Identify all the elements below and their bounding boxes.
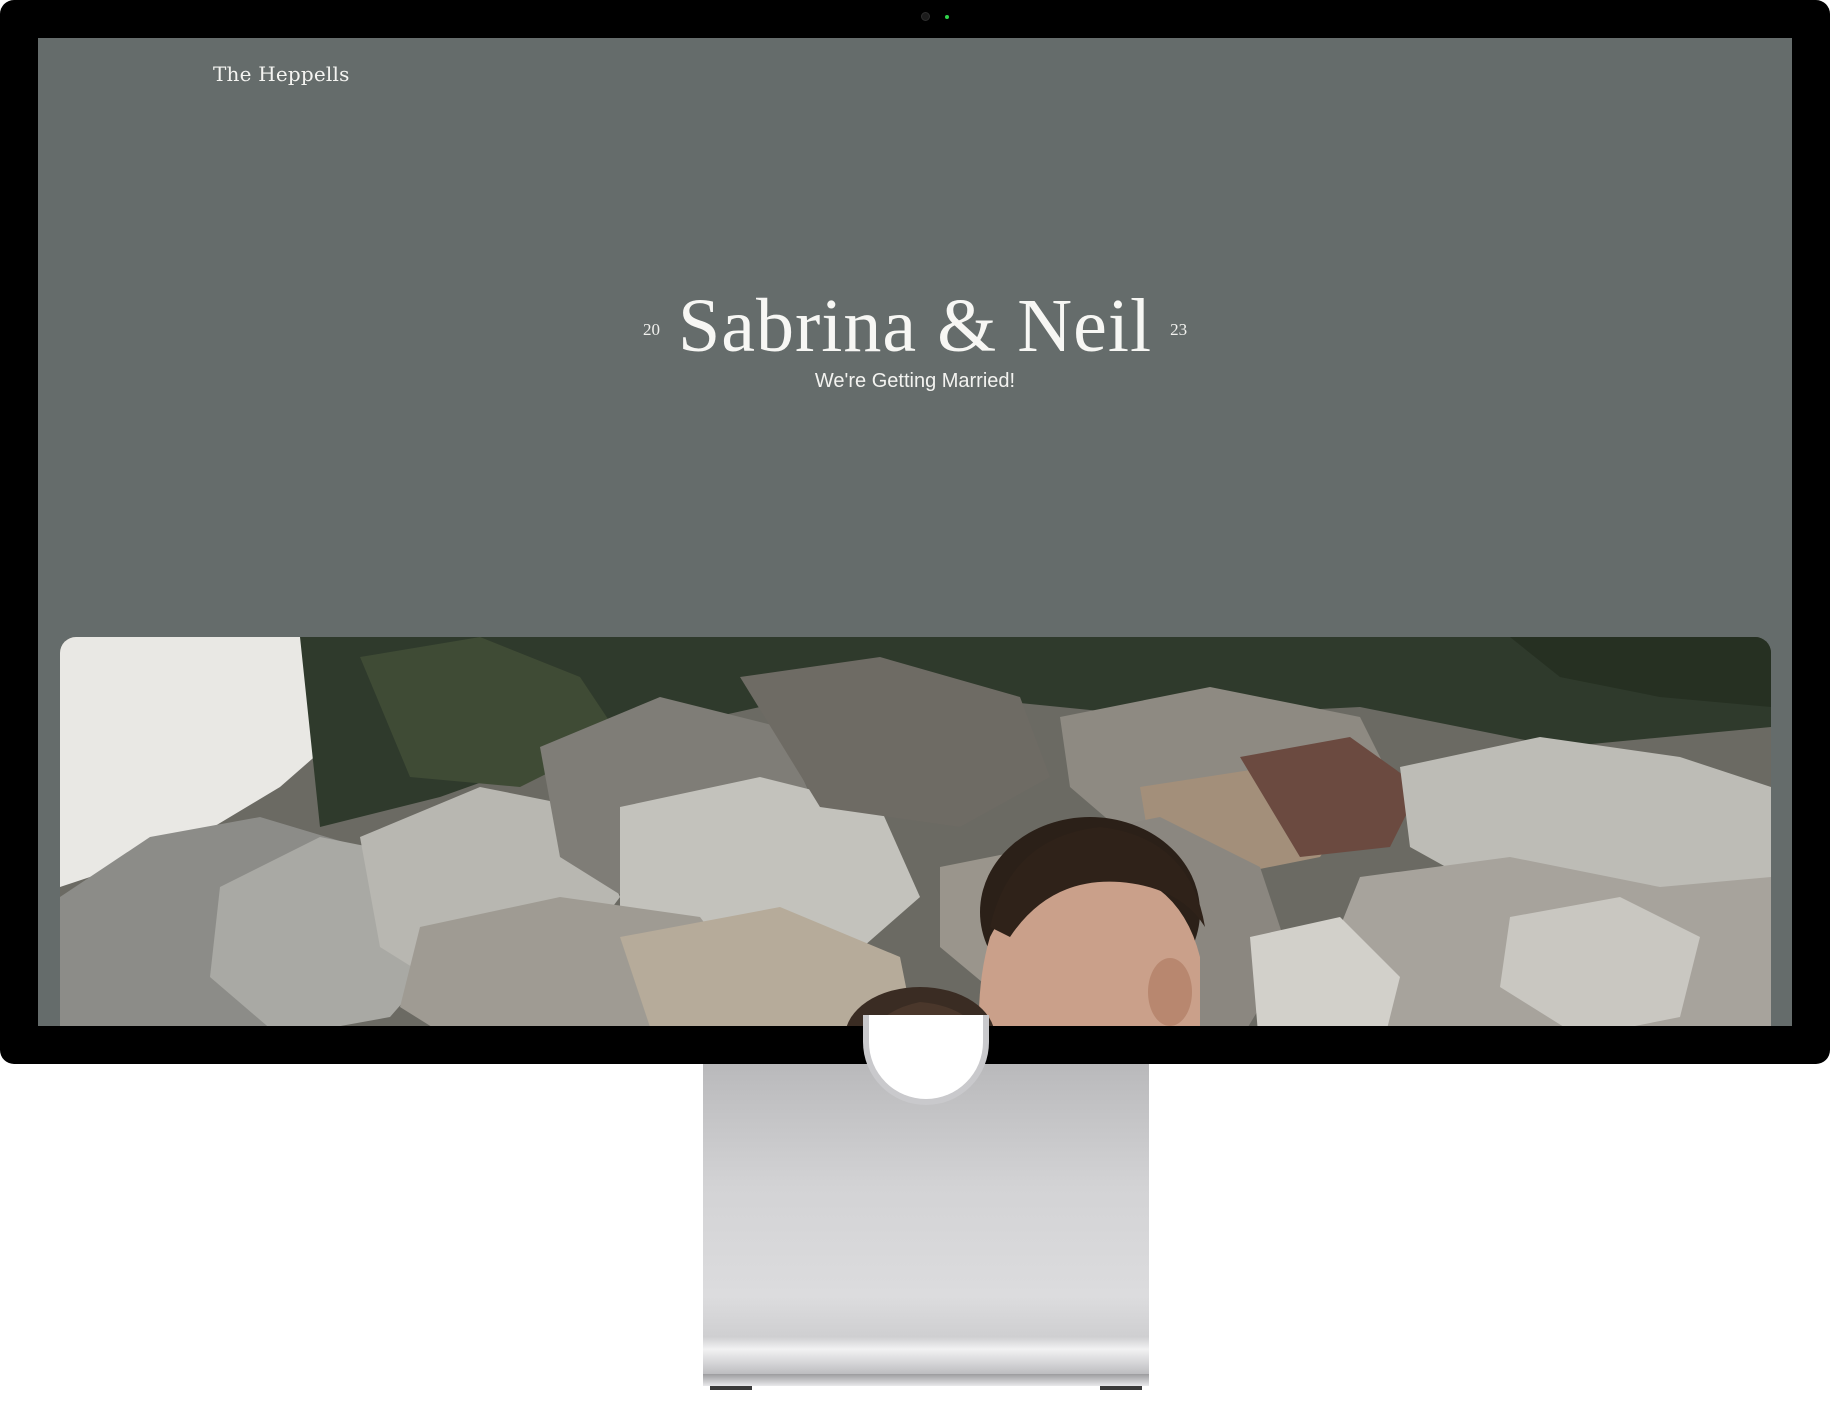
monitor-bezel: The Heppells 20 Sabrina & Neil 23 We're … xyxy=(0,0,1830,1064)
monitor-stand xyxy=(703,1064,1149,1374)
year-right: 23 xyxy=(1170,320,1188,339)
hero-section: 20 Sabrina & Neil 23 We're Getting Marri… xyxy=(38,288,1792,393)
camera-indicator-light xyxy=(945,15,949,19)
hero-photo xyxy=(60,637,1771,1026)
monitor-mockup: The Heppells 20 Sabrina & Neil 23 We're … xyxy=(0,0,1830,1406)
stand-foot-pad-right xyxy=(1100,1386,1142,1390)
couple-names-heading: Sabrina & Neil xyxy=(677,284,1153,368)
stand-base xyxy=(703,1374,1149,1386)
stand-foot-pad-left xyxy=(710,1386,752,1390)
site-logo[interactable]: The Heppells xyxy=(213,62,350,86)
hero-title-row: 20 Sabrina & Neil 23 xyxy=(643,288,1187,364)
hero-tagline: We're Getting Married! xyxy=(814,370,1016,392)
camera-icon xyxy=(921,12,930,21)
year-left: 20 xyxy=(642,320,660,339)
website-screen: The Heppells 20 Sabrina & Neil 23 We're … xyxy=(38,38,1792,1026)
